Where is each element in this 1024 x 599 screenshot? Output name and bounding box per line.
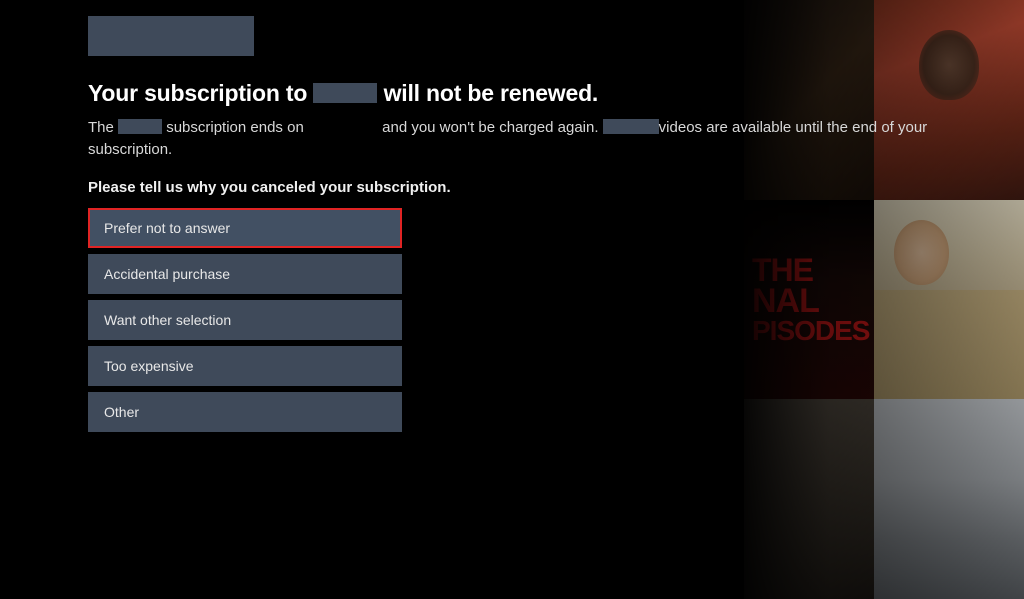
title-part: will not be renewed. [384,80,599,106]
option-label: Accidental purchase [104,266,230,282]
body-part: The [88,119,114,136]
body-part: subscription ends on [166,119,304,136]
reason-option-prefer-not-to-answer[interactable]: Prefer not to answer [88,208,402,248]
reason-option-accidental-purchase[interactable]: Accidental purchase [88,254,402,294]
page-title: Your subscription to will not be renewed… [88,80,1024,107]
option-label: Too expensive [104,358,194,374]
service-logo-redacted [88,16,254,56]
confirmation-message: The subscription ends on and you won't b… [88,117,1008,161]
reason-option-want-other-selection[interactable]: Want other selection [88,300,402,340]
title-part: Your subscription to [88,80,307,106]
cancellation-dialog: Your subscription to will not be renewed… [0,0,1024,432]
reason-option-other[interactable]: Other [88,392,402,432]
option-label: Prefer not to answer [104,220,230,236]
option-label: Want other selection [104,312,231,328]
option-label: Other [104,404,139,420]
redacted-service-name [313,83,377,103]
survey-prompt: Please tell us why you canceled your sub… [88,179,1024,196]
redacted-service-name [603,119,659,134]
cancellation-reason-list: Prefer not to answer Accidental purchase… [88,208,402,432]
reason-option-too-expensive[interactable]: Too expensive [88,346,402,386]
redacted-service-name [118,119,162,134]
body-part: and you won't be charged again. [382,119,598,136]
